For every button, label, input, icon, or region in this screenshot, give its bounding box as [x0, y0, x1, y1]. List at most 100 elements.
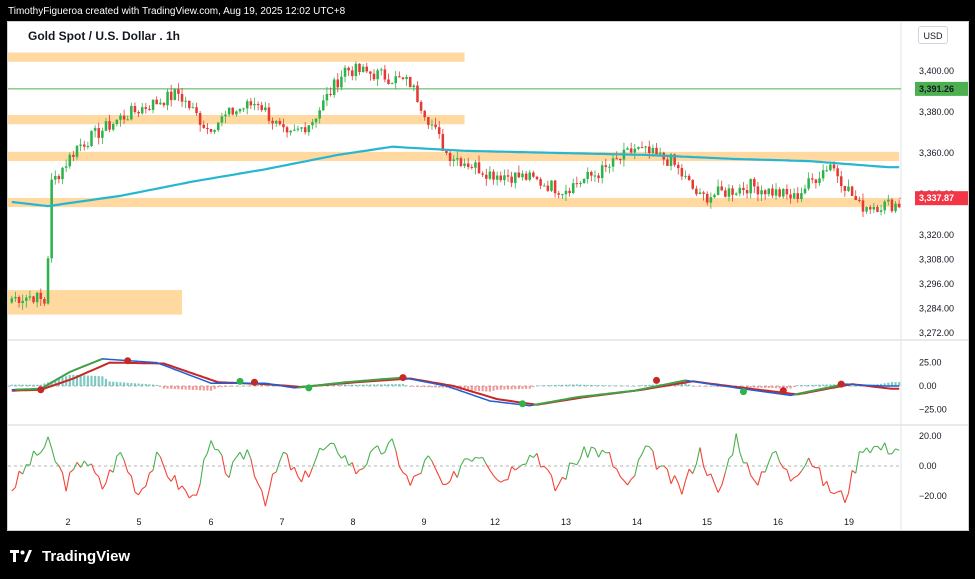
oscillator-segment — [786, 469, 792, 482]
oscillator-segment — [228, 462, 234, 478]
candle-body — [220, 116, 224, 123]
macd-histogram-bar — [488, 386, 491, 392]
oscillator-series — [11, 433, 900, 507]
candle-body — [14, 296, 17, 299]
oscillator-segment — [94, 472, 100, 477]
oscillator-segment — [206, 440, 212, 454]
oscillator-segment — [199, 459, 205, 484]
candle-body — [709, 197, 713, 203]
date-axis-tick-label: 5 — [136, 517, 141, 527]
macd-histogram-bar — [184, 386, 187, 390]
candle-body — [658, 152, 662, 155]
supply-demand-zone — [8, 290, 183, 315]
macd-histogram-bar — [481, 386, 484, 392]
tradingview-brand[interactable]: TradingView — [10, 546, 130, 566]
candle-body — [416, 85, 419, 102]
oscillator-segment — [504, 478, 509, 481]
price-axis-tick-label: 3,360.00 — [919, 148, 954, 158]
oscillator-segment — [61, 472, 67, 492]
oscillator-segment — [268, 473, 274, 492]
candle-body — [604, 165, 608, 167]
macd-cross-marker — [305, 384, 313, 392]
macd-histogram-bar — [803, 385, 807, 386]
oscillator-segment — [703, 466, 708, 476]
candle-body — [195, 107, 198, 114]
candle-body — [887, 199, 890, 202]
candle-body — [343, 67, 347, 77]
candle-body — [188, 100, 191, 108]
oscillator-segment — [235, 451, 241, 458]
macd-histogram-bar — [141, 383, 144, 386]
macd-histogram-bar — [572, 384, 575, 386]
macd-histogram-bar — [851, 386, 854, 387]
macd-cross-marker — [739, 388, 747, 396]
oscillator-segment — [764, 461, 770, 473]
candle-body — [394, 76, 398, 84]
candle-body — [705, 193, 709, 203]
macd-histogram-bar — [554, 384, 557, 386]
candle-body — [684, 175, 687, 177]
candle-body — [687, 175, 691, 181]
candle-body — [35, 292, 39, 303]
oscillator-segment — [880, 442, 886, 451]
candle-body — [166, 91, 169, 106]
macd-histogram-bar — [123, 382, 126, 386]
oscillator-segment — [674, 475, 679, 484]
oscillator-segment — [355, 469, 360, 475]
oscillator-segment — [185, 490, 190, 499]
candle-body — [282, 124, 285, 128]
oscillator-segment — [29, 450, 35, 466]
macd-histogram-bar — [756, 386, 760, 388]
macd-histogram-bar — [535, 385, 539, 386]
oscillator-segment — [174, 475, 179, 490]
oscillator-segment — [558, 477, 563, 485]
candle-body — [470, 166, 474, 168]
candle-body — [412, 85, 416, 88]
price-axis-tick-label: 3,380.00 — [919, 107, 954, 117]
macd-histogram-bar — [177, 386, 180, 390]
candle-body — [542, 185, 546, 187]
candle-body — [46, 258, 50, 304]
oscillator-segment — [424, 455, 429, 461]
macd-histogram-bar — [608, 385, 611, 386]
date-axis-tick-label: 2 — [65, 517, 70, 527]
chart-panel[interactable]: 3,272.00 3,284.00 3,296.00 3,308.00 3,320.00… — [7, 21, 969, 531]
candle-body — [169, 91, 173, 101]
oscillator-segment — [859, 451, 864, 454]
macd-histogram-bar — [695, 386, 698, 387]
oscillator-segment — [790, 477, 795, 482]
oscillator-segment — [630, 475, 636, 480]
oscillator-segment — [127, 471, 132, 477]
macd-histogram-bar — [112, 381, 115, 386]
macd-histogram-bar — [28, 384, 32, 386]
macd-histogram-bar — [162, 386, 166, 389]
macd-cross-marker — [837, 380, 845, 388]
oscillator-segment — [496, 479, 502, 483]
oscillator-segment — [884, 442, 889, 455]
oscillator-segment — [768, 452, 773, 463]
macd-histogram-bar — [789, 386, 792, 389]
oscillator-segment — [877, 445, 882, 451]
candle-body — [488, 171, 492, 179]
candle-body — [807, 178, 810, 189]
oscillator-segment — [369, 447, 375, 453]
candle-body — [122, 115, 126, 120]
price-chart-svg[interactable]: 3,272.00 3,284.00 3,296.00 3,308.00 3,320.00… — [8, 22, 969, 531]
candle-body — [162, 102, 166, 106]
candle-body — [329, 93, 332, 96]
oscillator-segment — [348, 462, 353, 466]
macd-histogram-bar — [108, 381, 111, 386]
oscillator-segment — [51, 448, 56, 462]
oscillator-segment — [163, 466, 169, 477]
oscillator-segment — [181, 485, 187, 492]
oscillator-segment — [601, 449, 607, 454]
candle-body — [850, 186, 854, 196]
macd-histogram-bar — [601, 385, 604, 386]
macd-histogram-bar — [126, 382, 129, 386]
oscillator-segment — [337, 452, 342, 459]
macd-histogram-bar — [633, 386, 636, 387]
oscillator-segment — [109, 469, 114, 473]
oscillator-segment — [855, 451, 860, 474]
currency-selector[interactable]: USD — [918, 26, 948, 44]
price-axis-tick-label: 3,272.00 — [919, 328, 954, 338]
